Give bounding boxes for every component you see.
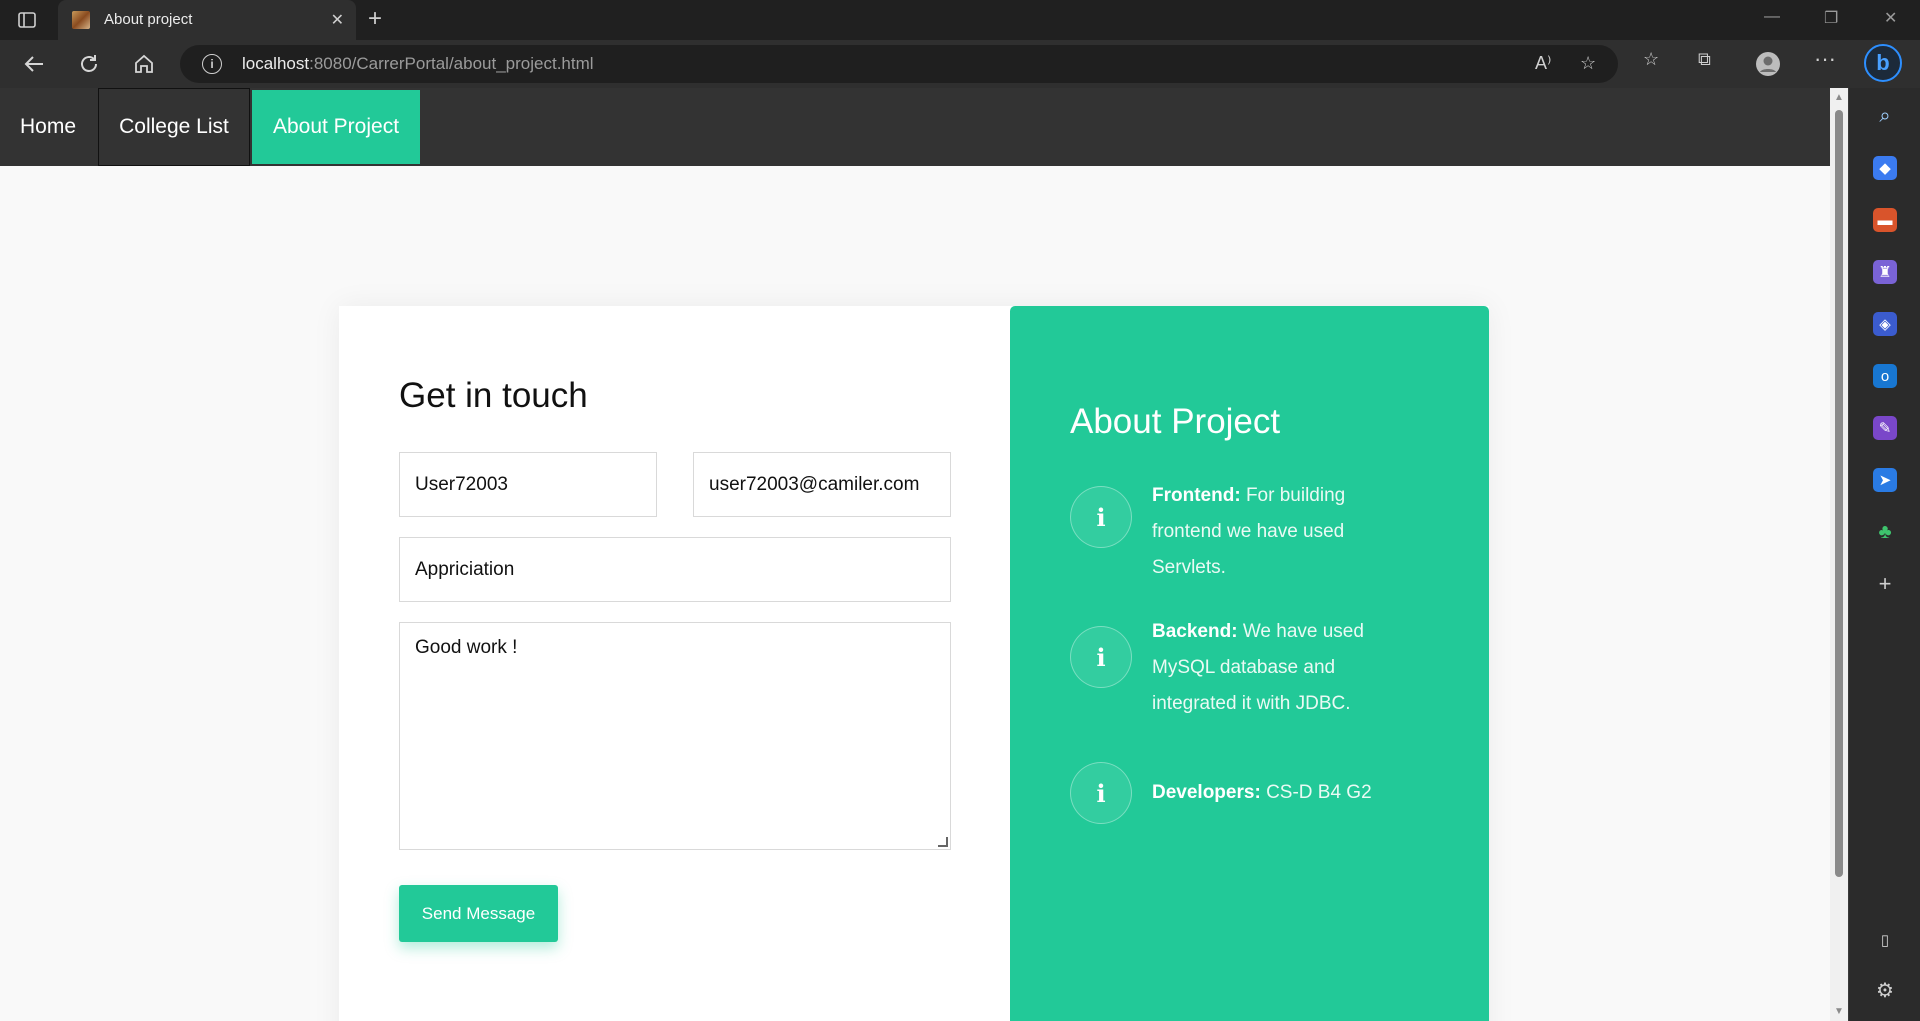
tab-title: About project <box>104 11 193 28</box>
info-label: Backend: <box>1152 621 1238 642</box>
restore-button[interactable]: ❐ <box>1824 8 1838 28</box>
about-title: About Project <box>1070 402 1281 441</box>
shopping-tag-icon[interactable]: ◆ <box>1873 156 1897 180</box>
microsoft-365-icon[interactable]: ◈ <box>1873 312 1897 336</box>
url-path: :8080/CarrerPortal/about_project.html <box>309 54 594 73</box>
settings-gear-icon[interactable]: ⚙ <box>1873 978 1897 1002</box>
tab-actions-icon[interactable] <box>14 8 40 32</box>
bing-copilot-icon[interactable]: b <box>1864 44 1902 82</box>
edge-sidebar: ⌕ ◆ ▬ ♜ ◈ o ✎ ➤ ♣ + ▯ ⚙ <box>1848 88 1920 1021</box>
read-aloud-icon[interactable]: A⁾ <box>1535 53 1551 74</box>
info-text: Developers: CS-D B4 G2 <box>1152 775 1412 811</box>
browser-toolbar: i localhost:8080/CarrerPortal/about_proj… <box>0 40 1920 88</box>
nav-about-project-link[interactable]: About Project <box>252 90 420 164</box>
close-tab-icon[interactable]: ✕ <box>331 10 344 30</box>
back-arrow-icon[interactable] <box>20 50 48 78</box>
new-tab-button[interactable]: + <box>368 5 382 33</box>
scroll-thumb[interactable] <box>1835 110 1843 877</box>
scroll-up-icon[interactable]: ▲ <box>1834 92 1844 103</box>
info-text: Backend: We have used MySQL database and… <box>1152 614 1412 722</box>
url-text[interactable]: localhost:8080/CarrerPortal/about_projec… <box>242 54 594 74</box>
minimize-button[interactable]: — <box>1764 8 1780 26</box>
message-text: Good work ! <box>415 637 518 658</box>
nav-college-list-link[interactable]: College List <box>98 88 250 166</box>
close-window-button[interactable]: ✕ <box>1884 8 1897 28</box>
collections-icon[interactable]: ⧉ <box>1698 49 1711 70</box>
info-icon: i <box>1070 762 1132 824</box>
add-sidebar-app-icon[interactable]: + <box>1873 571 1897 596</box>
browser-tab-active[interactable]: About project ✕ <box>58 0 356 40</box>
contact-card: Get in touch User72003 user72003@camiler… <box>339 306 1489 1021</box>
more-options-icon[interactable]: ··· <box>1814 46 1836 72</box>
home-icon[interactable] <box>130 50 158 78</box>
site-info-icon[interactable]: i <box>202 54 222 74</box>
favorites-icon[interactable]: ☆ <box>1643 49 1659 70</box>
about-project-panel: About Project i Frontend: For building f… <box>1010 306 1489 1021</box>
url-host: localhost <box>242 54 310 73</box>
hide-sidebar-icon[interactable]: ▯ <box>1873 928 1897 952</box>
site-favicon-icon <box>72 11 90 29</box>
site-nav: Home College List About Project <box>0 88 1830 166</box>
tree-icon[interactable]: ♣ <box>1873 520 1897 544</box>
email-field[interactable]: user72003@camiler.com <box>693 452 951 517</box>
designer-icon[interactable]: ✎ <box>1873 416 1897 440</box>
outlook-icon[interactable]: o <box>1873 364 1897 388</box>
form-title: Get in touch <box>399 376 588 415</box>
message-textarea[interactable]: Good work ! <box>399 622 951 850</box>
add-favorite-icon[interactable]: ☆ <box>1580 53 1596 74</box>
info-description: CS-D B4 G2 <box>1266 782 1372 803</box>
resize-handle-icon[interactable] <box>938 837 948 847</box>
address-bar[interactable]: i localhost:8080/CarrerPortal/about_proj… <box>180 45 1618 83</box>
nav-home-link[interactable]: Home <box>0 88 98 166</box>
info-label: Developers: <box>1152 782 1261 803</box>
send-message-button[interactable]: Send Message <box>399 885 558 942</box>
browser-tab-bar: About project ✕ + — ❐ ✕ <box>0 0 1920 40</box>
search-icon[interactable]: ⌕ <box>1873 104 1897 128</box>
send-icon[interactable]: ➤ <box>1873 468 1897 492</box>
profile-avatar-icon[interactable] <box>1754 50 1782 78</box>
info-label: Frontend: <box>1152 485 1241 506</box>
name-field[interactable]: User72003 <box>399 452 657 517</box>
subject-field[interactable]: Appriciation <box>399 537 951 602</box>
info-icon: i <box>1070 486 1132 548</box>
tools-icon[interactable]: ▬ <box>1873 208 1897 232</box>
info-icon: i <box>1070 626 1132 688</box>
refresh-icon[interactable] <box>75 50 103 78</box>
page-scrollbar[interactable]: ▲ ▼ <box>1830 88 1848 1021</box>
games-icon[interactable]: ♜ <box>1873 260 1897 284</box>
page-viewport: Home College List About Project Get in t… <box>0 88 1830 1021</box>
info-text: Frontend: For building frontend we have … <box>1152 478 1412 586</box>
scroll-down-icon[interactable]: ▼ <box>1834 1006 1844 1017</box>
